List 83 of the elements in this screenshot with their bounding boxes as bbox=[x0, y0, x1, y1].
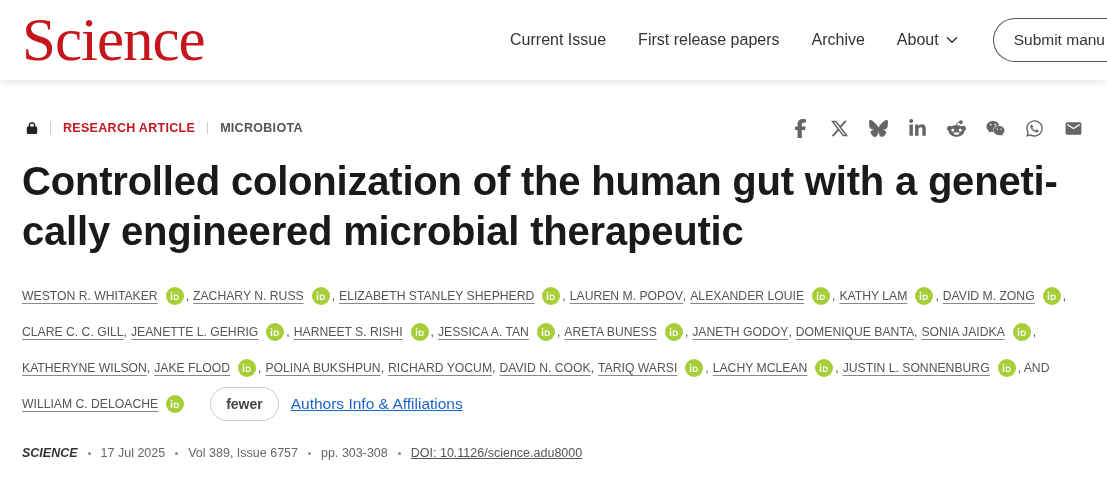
author-link[interactable]: WESTON R. WHITAKER bbox=[22, 289, 158, 303]
reddit-icon[interactable] bbox=[947, 118, 966, 138]
orcid-icon[interactable] bbox=[165, 287, 184, 305]
orcid-icon[interactable] bbox=[1012, 323, 1031, 341]
page-range: pp. 303-308 bbox=[321, 446, 388, 460]
article-type[interactable]: RESEARCH ARTICLE bbox=[63, 121, 196, 135]
author-link[interactable]: ALEXANDER LOUIE bbox=[690, 289, 805, 303]
affiliations-link[interactable]: Authors Info & Affiliations bbox=[290, 395, 463, 413]
volume-issue: Vol 389, Issue 6757 bbox=[188, 446, 299, 460]
separator-text: , bbox=[590, 361, 595, 375]
orcid-icon[interactable] bbox=[812, 287, 831, 305]
separator-text: , bbox=[185, 289, 190, 303]
author-link[interactable]: LAUREN M. POPOV bbox=[569, 289, 683, 303]
author-link[interactable]: JAKE FLOOD bbox=[154, 361, 231, 375]
separator-text: , bbox=[914, 325, 918, 339]
separator-text: , bbox=[832, 289, 836, 303]
orcid-icon[interactable] bbox=[410, 323, 429, 341]
separator-text: , bbox=[123, 325, 127, 339]
orcid-icon[interactable] bbox=[266, 323, 285, 341]
orcid-icon[interactable] bbox=[311, 287, 330, 305]
author-link[interactable]: JUSTIN L. SONNENBURG bbox=[842, 361, 990, 375]
separator-text: , bbox=[492, 361, 496, 375]
author-link[interactable]: DAVID N. COOK bbox=[499, 361, 591, 375]
orcid-icon[interactable] bbox=[238, 359, 257, 377]
nav-link[interactable]: First release papers bbox=[638, 31, 780, 49]
orcid-icon[interactable] bbox=[166, 395, 185, 413]
author-link[interactable]: POLINA BUKSHPUN bbox=[265, 361, 381, 375]
separator-text: , bbox=[682, 289, 687, 303]
separator-text: , bbox=[788, 325, 792, 339]
submit-button[interactable]: Submit manu bbox=[992, 18, 1107, 62]
separator-text: , bbox=[562, 289, 566, 303]
separator-text: , bbox=[331, 289, 336, 303]
author-link[interactable]: JESSICA A. TAN bbox=[437, 325, 529, 339]
author-link[interactable]: ARETA BUNESS bbox=[564, 325, 657, 339]
separator-text: , bbox=[935, 289, 939, 303]
author-link[interactable]: WILLIAM C. DELOACHE bbox=[22, 397, 159, 411]
separator-text: , bbox=[556, 325, 561, 339]
journal-name: SCIENCE bbox=[22, 446, 78, 460]
separator-text: , bbox=[1062, 289, 1066, 303]
author-link[interactable]: LACHY MCLEAN bbox=[712, 361, 808, 375]
separator-text: , bbox=[380, 361, 384, 375]
orcid-icon[interactable] bbox=[915, 287, 934, 305]
orcid-icon[interactable] bbox=[1042, 287, 1061, 305]
nav-link[interactable]: Current Issue bbox=[510, 31, 607, 49]
author-link[interactable]: KATHY LAM bbox=[839, 289, 908, 303]
author-link[interactable]: DAVID M. ZONG bbox=[942, 289, 1035, 303]
separator-text: , bbox=[1032, 325, 1037, 339]
separator-text: , bbox=[286, 325, 290, 339]
separator-text: , bbox=[684, 325, 689, 339]
x-icon[interactable] bbox=[830, 118, 849, 138]
fewer-button[interactable]: fewer bbox=[210, 387, 279, 421]
article-subject[interactable]: MICROBIOTA bbox=[220, 121, 303, 135]
wechat-icon[interactable] bbox=[986, 118, 1005, 138]
author-link[interactable]: TARIQ WARSI bbox=[598, 361, 678, 375]
nav-link[interactable]: Archive bbox=[811, 31, 865, 49]
orcid-icon[interactable] bbox=[664, 323, 683, 341]
orcid-icon[interactable] bbox=[536, 323, 555, 341]
article-title: Controlled colonization of the human gut with a geneti- cally engineered microbial therapeutic bbox=[22, 158, 1059, 255]
separator-text: , bbox=[835, 361, 839, 375]
author-link[interactable]: CLARE C. C. GILL bbox=[22, 325, 124, 339]
separator-text: , AND bbox=[1017, 361, 1050, 375]
separator-text: , bbox=[705, 361, 709, 375]
whatsapp-icon[interactable] bbox=[1025, 118, 1044, 138]
doi-link[interactable]: DOI: 10.1126/science.adu8000 bbox=[410, 446, 583, 460]
separator-text: , bbox=[146, 361, 151, 375]
linkedin-icon[interactable] bbox=[908, 118, 927, 138]
author-link[interactable]: ZACHARY N. RUSS bbox=[193, 289, 304, 303]
separator-text: , bbox=[258, 361, 262, 375]
butterfly-icon[interactable] bbox=[869, 118, 888, 138]
orcid-icon[interactable] bbox=[542, 287, 561, 305]
publish-date: 17 Jul 2025 bbox=[100, 446, 166, 460]
author-link[interactable]: ELIZABETH STANLEY SHEPHERD bbox=[339, 289, 535, 303]
author-link[interactable]: SONIA JAIDKA bbox=[921, 325, 1005, 339]
orcid-icon[interactable] bbox=[997, 359, 1016, 377]
orcid-icon[interactable] bbox=[815, 359, 834, 377]
author-link[interactable]: JANETH GODOY bbox=[692, 325, 789, 339]
nav-link[interactable]: About bbox=[896, 31, 961, 49]
author-link[interactable]: KATHERYNE WILSON bbox=[22, 361, 147, 375]
science-logo[interactable]: Science bbox=[22, 5, 205, 75]
author-link[interactable]: HARNEET S. RISHI bbox=[293, 325, 403, 339]
separator-text: , bbox=[430, 325, 434, 339]
orcid-icon[interactable] bbox=[685, 359, 704, 377]
author-link[interactable]: JEANETTE L. GEHRIG bbox=[131, 325, 259, 339]
